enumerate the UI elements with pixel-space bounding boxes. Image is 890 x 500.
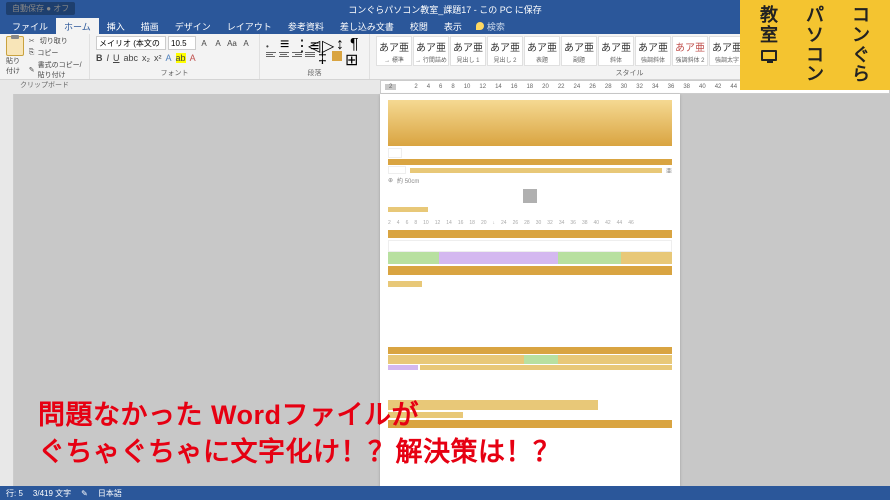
status-bar: 行: 5 3/419 文字 ✎ 日本語: [0, 486, 890, 500]
scissors-icon: ✂: [29, 37, 37, 45]
tab-insert[interactable]: 挿入: [99, 18, 133, 35]
clear-format-button[interactable]: A: [240, 37, 252, 49]
brush-icon: ✎: [29, 66, 35, 74]
tab-design[interactable]: デザイン: [167, 18, 219, 35]
bullets-button[interactable]: [266, 36, 277, 47]
style-title[interactable]: あア亜表題: [524, 36, 560, 66]
paste-button[interactable]: 貼り付け: [6, 36, 25, 80]
decrease-indent-button[interactable]: ◁: [308, 36, 319, 47]
font-size-select[interactable]: [168, 36, 196, 50]
superscript-button[interactable]: x²: [154, 53, 162, 63]
clipboard-group: 貼り付け ✂切り取り ⎘コピー ✎書式のコピー/貼り付け クリップボード: [0, 34, 90, 79]
borders-button[interactable]: ⊞: [345, 50, 356, 61]
font-name-select[interactable]: [96, 36, 166, 50]
cut-button[interactable]: ✂切り取り: [29, 36, 83, 46]
style-emphasis[interactable]: あア亜強調斜体: [635, 36, 671, 66]
italic-button[interactable]: I: [107, 53, 110, 63]
copy-button[interactable]: ⎘コピー: [29, 48, 83, 58]
change-case-button[interactable]: Aa: [226, 37, 238, 49]
text-effects-button[interactable]: A: [166, 53, 172, 63]
strike-button[interactable]: abc: [124, 53, 139, 63]
measurement-text: 約 50cm: [397, 176, 419, 185]
word-count[interactable]: 3/419 文字: [33, 488, 71, 499]
style-italic[interactable]: あア亜斜体: [598, 36, 634, 66]
document-title: コンぐらパソコン教室_課題17 - この PC に保存: [348, 3, 542, 16]
bold-button[interactable]: B: [96, 53, 103, 63]
increase-font-button[interactable]: A: [198, 37, 210, 49]
shading-button[interactable]: [332, 51, 342, 61]
tab-file[interactable]: ファイル: [4, 18, 56, 35]
line-spacing-button[interactable]: ‡: [318, 50, 329, 61]
tab-layout[interactable]: レイアウト: [219, 18, 280, 35]
tab-draw[interactable]: 描画: [133, 18, 167, 35]
highlight-button[interactable]: ab: [176, 53, 186, 63]
font-label: フォント: [96, 68, 253, 79]
headline-text: 問題なかった Wordファイルが ぐちゃぐちゃに文字化け！？解決策は！？: [38, 397, 561, 470]
decrease-font-button[interactable]: A: [212, 37, 224, 49]
tab-review[interactable]: 校閲: [402, 18, 436, 35]
vertical-ruler[interactable]: [0, 94, 14, 486]
page-indicator[interactable]: 行: 5: [6, 488, 23, 499]
show-marks-button[interactable]: ¶: [350, 36, 361, 47]
brand-logo: 教 パ コ 室 ソ ン コ ぐ ン ら: [740, 0, 890, 90]
increase-indent-button[interactable]: ▷: [322, 36, 333, 47]
style-h1[interactable]: あア亜見出し 1: [450, 36, 486, 66]
language-indicator[interactable]: 日本語: [98, 488, 122, 499]
tab-view[interactable]: 表示: [436, 18, 470, 35]
tab-home[interactable]: ホーム: [56, 18, 99, 35]
autosave-badge[interactable]: 自動保存 ● オフ: [6, 2, 75, 15]
monitor-icon: [761, 50, 777, 61]
proofing-icon[interactable]: ✎: [81, 489, 88, 498]
subscript-button[interactable]: x₂: [142, 53, 150, 63]
align-left-button[interactable]: [266, 52, 276, 60]
tell-me-search[interactable]: 検索: [476, 20, 505, 33]
style-normal[interactable]: あア亜→ 標準: [376, 36, 412, 66]
style-emphasis2[interactable]: あア亜強調斜体 2: [672, 36, 708, 66]
underline-button[interactable]: U: [113, 53, 120, 63]
paragraph-group: ≡ ⋮≡ ◁ ▷ ↕ ¶ ‡ ⊞ 段落: [260, 34, 370, 79]
paragraph-label: 段落: [266, 68, 363, 79]
sort-button[interactable]: ↕: [336, 36, 347, 47]
font-group: A A Aa A B I U abc x₂ x² A ab A フォント: [90, 34, 260, 79]
numbering-button[interactable]: ≡: [280, 36, 291, 47]
font-color-button[interactable]: A: [190, 53, 196, 63]
style-h2[interactable]: あア亜見出し 2: [487, 36, 523, 66]
copy-icon: ⎘: [29, 49, 35, 57]
format-painter-button[interactable]: ✎書式のコピー/貼り付け: [29, 60, 83, 80]
tab-mailings[interactable]: 差し込み文書: [332, 18, 402, 35]
style-subtitle[interactable]: あア亜副題: [561, 36, 597, 66]
multilevel-button[interactable]: ⋮≡: [294, 36, 305, 47]
tab-references[interactable]: 参考資料: [280, 18, 332, 35]
paste-icon: [6, 36, 24, 56]
style-nospace[interactable]: あア亜→ 行間詰め: [413, 36, 449, 66]
lightbulb-icon: [476, 22, 484, 30]
